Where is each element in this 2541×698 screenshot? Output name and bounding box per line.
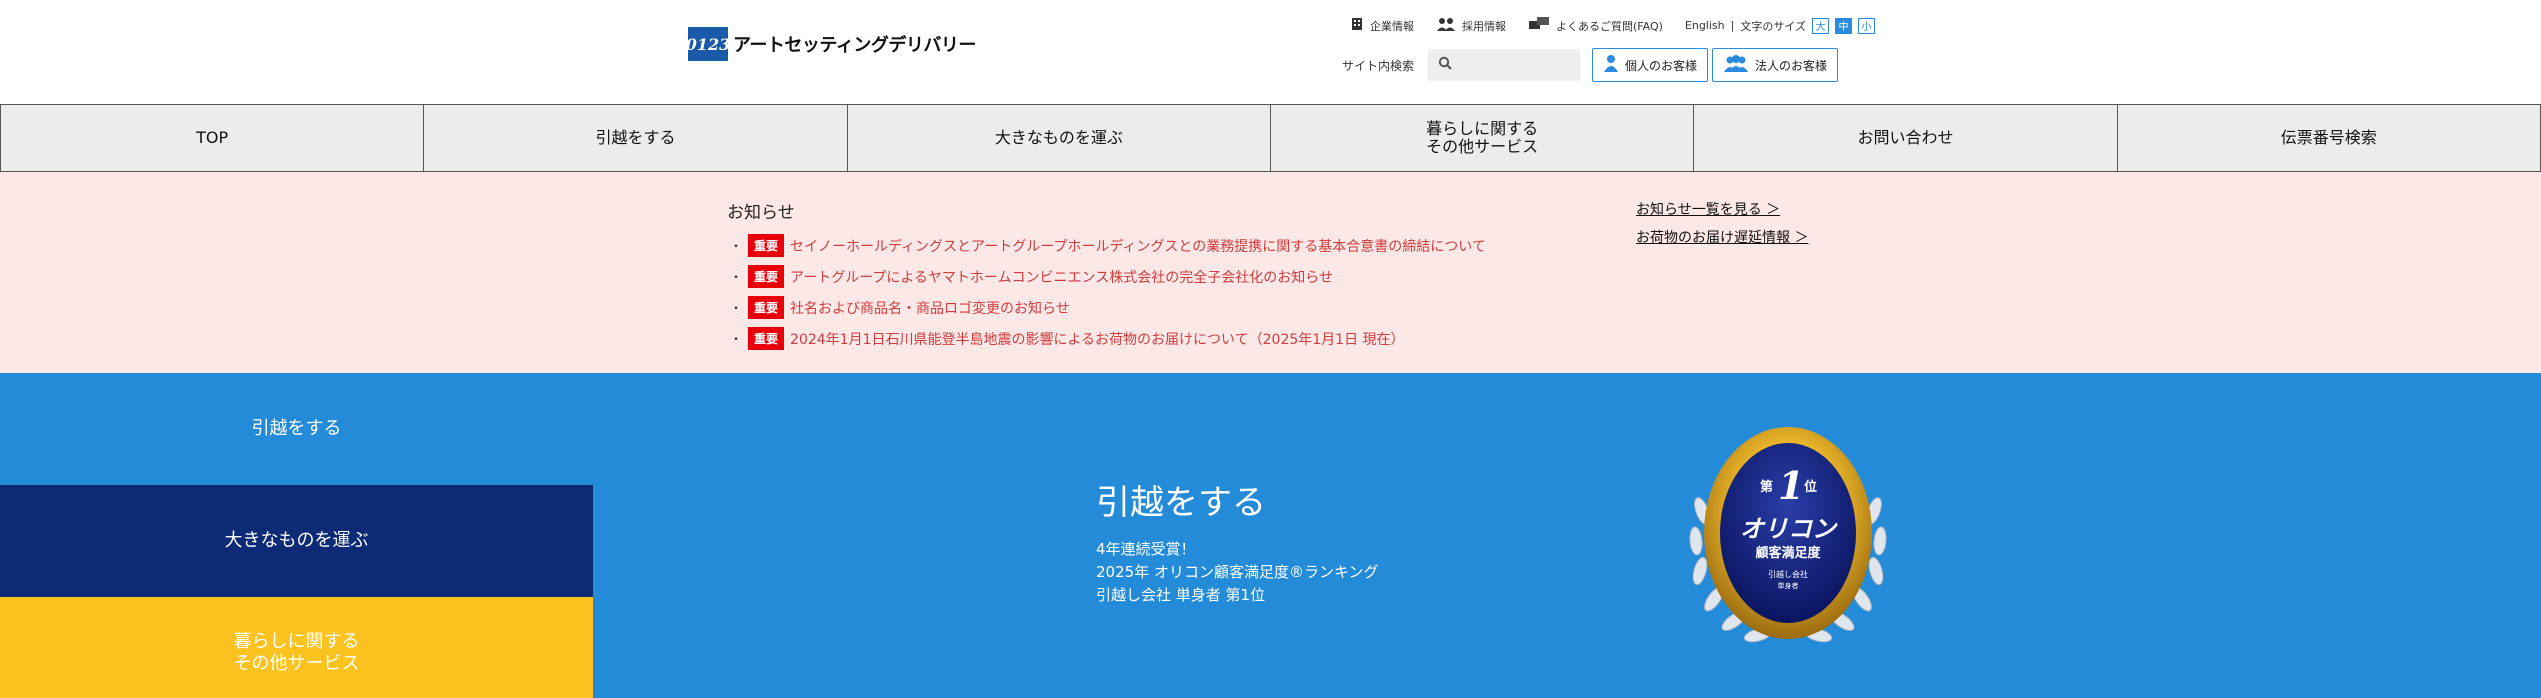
logo-mark: 0123 — [686, 27, 730, 61]
person-icon — [1603, 54, 1619, 76]
people-icon — [1436, 17, 1456, 34]
faq-link[interactable]: よくあるご質問(FAQ) — [1528, 16, 1663, 35]
nav-item-living-services[interactable]: 暮らしに関する その他サービス — [1269, 105, 1693, 171]
building-icon — [1350, 17, 1364, 34]
notice-text: アートグループによるヤマトホームコンビニエンス株式会社の完全子会社化のお知らせ — [790, 269, 1333, 286]
font-size-large-button[interactable]: 大 — [1812, 17, 1830, 34]
search-icon — [1438, 56, 1452, 74]
award-subtitle: 顧客満足度 — [1755, 545, 1821, 561]
nav-item-moving[interactable]: 引越をする — [423, 105, 846, 171]
nav-item-top[interactable]: TOP — [0, 105, 423, 171]
font-size-small-button[interactable]: 小 — [1858, 17, 1876, 34]
hero-title: 引越をする — [1096, 483, 1266, 523]
site-search: サイト内検索 個人のお客様 法人のお客様 — [1342, 48, 1839, 82]
company-info-label: 企業情報 — [1370, 19, 1414, 33]
site-logo[interactable]: 0123 アートセッティングデリバリー — [686, 27, 976, 61]
hero-section: 引越をする 大きなものを運ぶ 暮らしに関する その他サービス 引越をする 4年連… — [0, 373, 2541, 698]
hero-desc-line: 2025年 オリコン顧客満足度®ランキング — [1096, 563, 1379, 581]
hero-tab-moving[interactable]: 引越をする — [0, 373, 593, 485]
delivery-delay-link[interactable]: お荷物のお届け遅延情報 ＞ — [1636, 227, 1808, 247]
search-box[interactable] — [1428, 49, 1581, 81]
notice-text: 社名および商品名・商品ロゴ変更のお知らせ — [790, 300, 1070, 317]
nav-item-slip-search[interactable]: 伝票番号検索 — [2116, 105, 2541, 171]
notice-item[interactable]: ・ 重要 2024年1月1日石川県能登半島地震の影響によるお荷物のお届けについて… — [730, 323, 1486, 354]
notice-item[interactable]: ・ 重要 社名および商品名・商品ロゴ変更のお知らせ — [730, 292, 1486, 323]
company-info-link[interactable]: 企業情報 — [1350, 17, 1414, 34]
important-badge: 重要 — [748, 265, 785, 288]
font-size-medium-button[interactable]: 中 — [1835, 17, 1853, 34]
business-customer-label: 法人のお客様 — [1755, 58, 1828, 73]
notice-bullet: ・ — [730, 270, 743, 284]
notice-list: ・ 重要 セイノーホールディングスとアートグループホールディングスとの業務提携に… — [730, 230, 1486, 354]
group-icon — [1723, 54, 1749, 76]
logo-text: アートセッティングデリバリー — [733, 35, 976, 56]
search-input[interactable] — [1458, 58, 1579, 72]
notice-bullet: ・ — [730, 301, 743, 315]
award-category: 引越し会社 — [1768, 569, 1808, 579]
oricon-award-badge: 第 1 位 オリコン 顧客満足度 引越し会社 単身者 — [1689, 427, 1887, 643]
notice-text: セイノーホールディングスとアートグループホールディングスとの業務提携に関する基本… — [790, 238, 1486, 255]
page: 0123 アートセッティングデリバリー 企業情報 採用情報 よくあるご質問(FA… — [0, 0, 2541, 698]
faq-label: よくあるご質問(FAQ) — [1556, 19, 1663, 33]
award-subcategory: 単身者 — [1778, 581, 1799, 590]
font-size-label: 文字のサイズ — [1740, 19, 1807, 33]
hero-desc-line: 引越し会社 単身者 第1位 — [1096, 586, 1266, 604]
recruit-label: 採用情報 — [1462, 19, 1506, 33]
global-nav: TOP 引越をする 大きなものを運ぶ 暮らしに関する その他サービス お問い合わ… — [0, 104, 2541, 172]
hero-tab-living-services[interactable]: 暮らしに関する その他サービス — [0, 597, 593, 698]
english-link[interactable]: English — [1685, 19, 1725, 32]
util-separator: | — [1730, 19, 1735, 32]
chat-bubble-icon — [1528, 16, 1550, 35]
important-badge: 重要 — [748, 296, 785, 319]
award-rank-prefix: 第 — [1760, 479, 1773, 495]
notice-bullet: ・ — [730, 332, 743, 346]
notice-section: お知らせ ・ 重要 セイノーホールディングスとアートグループホールディングスとの… — [0, 172, 2541, 373]
english-label: English — [1684, 19, 1725, 32]
hero-description: 4年連続受賞！ 2025年 オリコン顧客満足度®ランキング 引越し会社 単身者 … — [1096, 538, 1379, 607]
nav-item-large-items[interactable]: 大きなものを運ぶ — [846, 105, 1270, 171]
search-label: サイト内検索 — [1342, 58, 1415, 73]
business-customer-button[interactable]: 法人のお客様 — [1712, 48, 1839, 82]
site-header: 0123 アートセッティングデリバリー 企業情報 採用情報 よくあるご質問(FA… — [0, 0, 2541, 104]
notice-item[interactable]: ・ 重要 セイノーホールディングスとアートグループホールディングスとの業務提携に… — [730, 230, 1486, 261]
notice-bullet: ・ — [730, 239, 743, 253]
important-badge: 重要 — [748, 234, 785, 257]
hero-tab-large-items[interactable]: 大きなものを運ぶ — [0, 485, 593, 597]
important-badge: 重要 — [748, 327, 785, 350]
personal-customer-label: 個人のお客様 — [1625, 58, 1698, 73]
award-rank-number: 1 — [1778, 463, 1804, 508]
notice-item[interactable]: ・ 重要 アートグループによるヤマトホームコンビニエンス株式会社の完全子会社化の… — [730, 261, 1486, 292]
notice-text: 2024年1月1日石川県能登半島地震の影響によるお荷物のお届けについて（2025… — [790, 331, 1405, 348]
award-rank-suffix: 位 — [1804, 479, 1817, 495]
notice-links: お知らせ一覧を見る ＞ お荷物のお届け遅延情報 ＞ — [1636, 199, 1808, 255]
hero-desc-line: 4年連続受賞！ — [1096, 540, 1196, 558]
nav-item-contact[interactable]: お問い合わせ — [1693, 105, 2116, 171]
notice-title: お知らせ — [727, 203, 795, 223]
award-brand: オリコン — [1740, 515, 1838, 543]
recruit-link[interactable]: 採用情報 — [1436, 17, 1506, 34]
utility-nav: 企業情報 採用情報 よくあるご質問(FAQ) English | 文字のサイズ … — [1350, 16, 1881, 35]
notice-all-link[interactable]: お知らせ一覧を見る ＞ — [1636, 199, 1808, 219]
personal-customer-button[interactable]: 個人のお客様 — [1592, 48, 1709, 82]
